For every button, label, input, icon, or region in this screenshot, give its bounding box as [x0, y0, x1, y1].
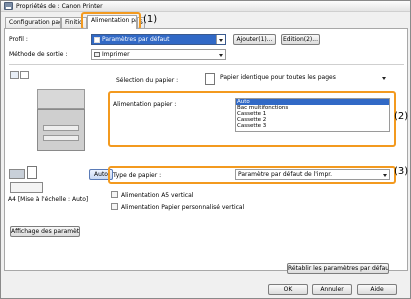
title-bar: Propriétés de : Canon Printer — [1, 1, 410, 12]
paper-source-list[interactable]: Auto Bac multifonctions Cassette 1 Casse… — [235, 98, 390, 132]
window-title: Propriétés de : Canon Printer — [16, 3, 103, 10]
paper-type-combo[interactable]: Paramètre par défaut de l'impr. — [235, 169, 390, 180]
paper-selection-value: Papier identique pour toutes les pages — [220, 74, 336, 81]
tab-panel: Profil : Paramètres par défaut Ajouter(1… — [4, 28, 408, 274]
output-tray-icon — [9, 169, 25, 179]
paper-type-label: Type de papier : — [113, 172, 162, 179]
custom-vertical-label: Alimentation Papier personnalisé vertica… — [121, 204, 245, 211]
printer-properties-window: Propriétés de : Canon Printer Configurat… — [0, 0, 411, 299]
tab-configuration-page[interactable]: Configuration page — [5, 17, 61, 28]
chevron-down-icon — [219, 54, 223, 57]
help-button[interactable]: Aide — [357, 284, 397, 295]
profile-dropdown[interactable] — [216, 35, 225, 44]
edit-profile-button[interactable]: Edition(2)... — [281, 34, 320, 45]
profile-label: Profil : — [9, 36, 28, 43]
chevron-down-icon — [219, 39, 223, 42]
printer-drawer — [43, 125, 79, 131]
list-item-cassette-3[interactable]: Cassette 3 — [236, 123, 389, 129]
settings-view-icon[interactable] — [20, 71, 29, 79]
profile-combo[interactable]: Paramètres par défaut — [91, 34, 226, 45]
output-method-value: Imprimer — [102, 51, 130, 58]
callout-1: (1) — [143, 14, 158, 25]
chevron-down-icon — [382, 77, 386, 80]
separator — [9, 64, 404, 65]
a5-vertical-checkbox[interactable] — [111, 191, 118, 198]
layout-icons[interactable] — [10, 182, 43, 193]
printer-drawer — [43, 135, 79, 141]
paper-selection-label: Sélection du papier : — [116, 77, 179, 84]
chevron-down-icon — [383, 174, 387, 177]
custom-vertical-checkbox[interactable] — [111, 203, 118, 210]
preview-view-icon[interactable] — [10, 71, 19, 79]
callout-3: (3) — [394, 166, 409, 177]
a5-vertical-label: Alimentation A5 vertical — [121, 192, 194, 199]
add-profile-button[interactable]: Ajouter(1)... — [233, 34, 276, 45]
paper-selection-combo[interactable]: Papier identique pour toutes les pages — [218, 73, 388, 84]
paper-source-label: Alimentation papier : — [113, 101, 177, 108]
output-method-label: Méthode de sortie : — [9, 51, 68, 58]
printer-illustration-top — [37, 89, 85, 109]
show-settings-button[interactable]: Affichage des paramètres — [10, 226, 80, 237]
paper-stack-icon — [205, 73, 215, 85]
callout-2: (2) — [394, 111, 409, 122]
cancel-button[interactable]: Annuler — [312, 284, 352, 295]
printer-icon — [4, 2, 13, 10]
tab-paper-source[interactable]: Alimentation papier — [87, 15, 137, 29]
output-method-combo[interactable]: Imprimer — [91, 49, 226, 60]
page-icon — [27, 166, 37, 179]
print-icon — [94, 52, 100, 57]
ok-button[interactable]: OK — [268, 284, 308, 295]
preview-status: A4 [Mise à l'échelle : Auto] — [8, 196, 89, 203]
paper-type-value: Paramètre par défaut de l'impr. — [238, 171, 333, 178]
profile-icon — [94, 36, 100, 43]
restore-defaults-button[interactable]: Rétablir les paramètres par défaut — [287, 263, 389, 274]
profile-value: Paramètres par défaut — [102, 36, 170, 43]
